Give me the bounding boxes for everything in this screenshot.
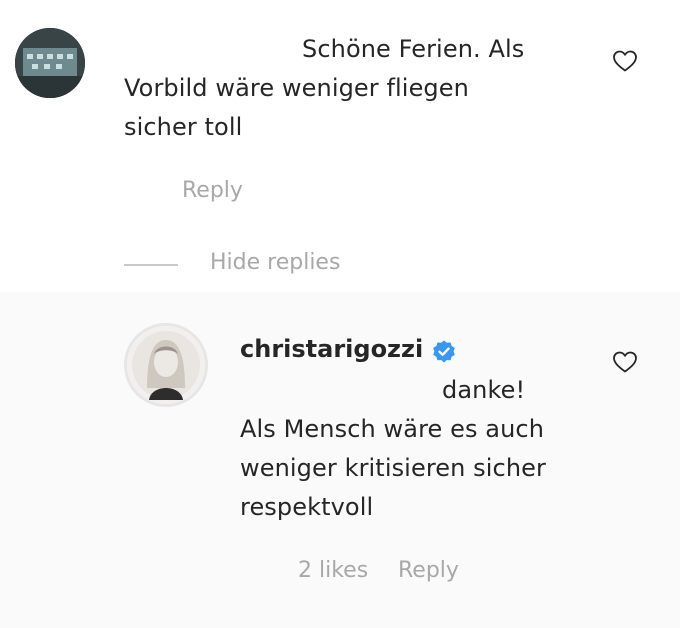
commenter-avatar[interactable] (15, 28, 85, 98)
reply-avatar-image (127, 326, 205, 404)
top-comment-text-line-1: Schöne Ferien. Als (302, 35, 525, 63)
top-comment-text-line-2: Vorbild wäre weniger fliegen (124, 74, 469, 102)
reply-comment-text-line-1: danke! (442, 376, 526, 404)
hide-replies-button[interactable]: Hide replies (210, 250, 340, 275)
reply-comment-reply-button[interactable]: Reply (398, 558, 459, 583)
reply-avatar[interactable] (124, 323, 208, 407)
comment-thread: Schöne Ferien. Als Vorbild wäre weniger … (0, 0, 680, 628)
reply-comment-text-line-4: respektvoll (240, 493, 374, 521)
heart-icon[interactable] (612, 49, 638, 73)
reply-heart-icon[interactable] (612, 350, 638, 374)
top-comment-text-line-3: sicher toll (124, 113, 243, 141)
top-comment-reply-button[interactable]: Reply (182, 178, 243, 203)
commenter-avatar-image (15, 28, 85, 98)
reply-username[interactable]: christarigozzi (240, 335, 423, 363)
thread-divider-line (124, 264, 178, 266)
verified-badge-icon (431, 339, 457, 365)
reply-comment-text-line-2: Als Mensch wäre es auch (240, 415, 545, 443)
reply-comment-text-line-3: weniger kritisieren sicher (240, 454, 546, 482)
likes-count-button[interactable]: 2 likes (298, 558, 368, 583)
